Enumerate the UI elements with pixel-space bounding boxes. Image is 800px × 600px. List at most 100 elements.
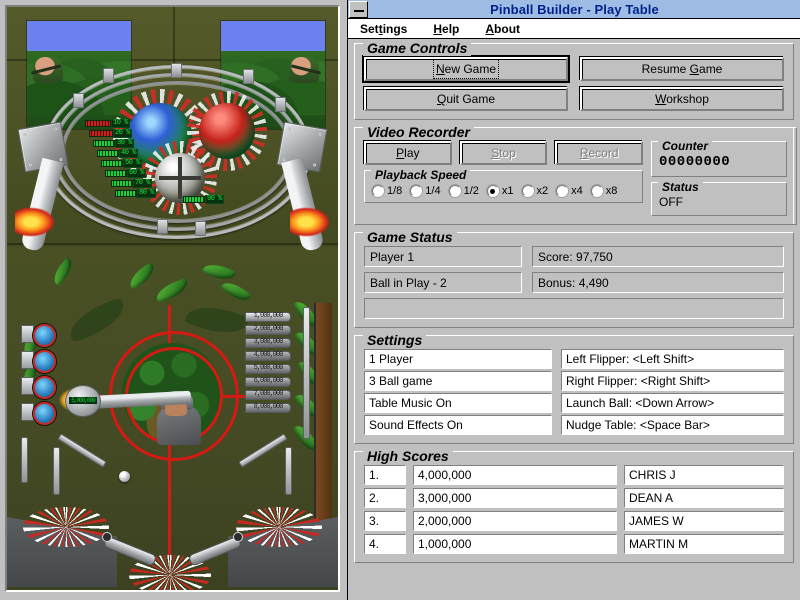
new-game-button[interactable]: New Game	[362, 55, 570, 83]
high-score-value: 2,000,000	[413, 511, 617, 531]
score-ladder-item: 3,000,000	[245, 338, 291, 348]
pinball-table-window: 10 % 20 % 30 % 40 % 50 % 60 % 70 % 80 % …	[0, 0, 345, 597]
window-client-area: Game Controls New Game Resume Game Quit …	[348, 39, 800, 600]
setting-sound-effects[interactable]: Sound Effects On	[364, 415, 552, 435]
playfield-seam	[7, 243, 338, 245]
meter-label: 10 %	[111, 119, 130, 128]
flipper-right-pivot	[233, 532, 243, 542]
table-row: 3. 2,000,000 JAMES W	[364, 511, 784, 531]
message-field	[364, 298, 784, 319]
rollover-target-3[interactable]	[33, 376, 56, 399]
radio-dot-icon	[556, 185, 569, 197]
group-status: Status OFF	[651, 180, 787, 216]
table-row: 4. 1,000,000 MARTIN M	[364, 534, 784, 554]
radio-dot-icon	[372, 185, 384, 197]
player-field: Player 1	[364, 246, 522, 267]
rollover-target-4[interactable]	[33, 402, 56, 425]
window-title: Pinball Builder - Play Table	[490, 1, 659, 17]
bazooka-disc[interactable]: 5,000,000	[65, 385, 101, 417]
group-title-counter: Counter	[658, 139, 712, 153]
radio-speed-x1[interactable]: x1	[486, 185, 514, 197]
group-title-playback-speed: Playback Speed	[371, 168, 471, 182]
score-ladder-item: 1,000,000	[245, 312, 291, 322]
ball-in-play-field: Ball in Play - 2	[364, 272, 522, 293]
rail-post	[73, 93, 84, 108]
radio-speed-x4[interactable]: x4	[556, 185, 583, 197]
group-playback-speed: Playback Speed 1/8 1/4 1/2 x1 x2 x4 x8	[364, 168, 643, 203]
setting-left-flipper[interactable]: Left Flipper: <Left Shift>	[561, 349, 784, 369]
rail-post	[171, 63, 182, 78]
meter-row: 20 %	[89, 129, 132, 138]
meter-label: 80 %	[137, 189, 156, 198]
high-score-name: JAMES W	[624, 511, 784, 531]
setting-balls[interactable]: 3 Ball game	[364, 371, 552, 391]
resume-game-button[interactable]: Resume Game	[580, 57, 784, 81]
score-ladder-item: 4,000,000	[245, 351, 291, 361]
score-ladder-item: 5,000,000	[245, 364, 291, 374]
play-button[interactable]: Play	[364, 141, 452, 165]
menu-item-settings[interactable]: Settings	[360, 22, 407, 36]
radio-speed-1-2[interactable]: 1/2	[448, 185, 479, 197]
radio-speed-1-8[interactable]: 1/8	[372, 185, 402, 197]
rail-post	[243, 69, 254, 84]
menu-item-help[interactable]: Help	[433, 22, 459, 36]
radio-speed-x2[interactable]: x2	[521, 185, 548, 197]
high-score-rank: 3.	[364, 511, 406, 531]
setting-music[interactable]: Table Music On	[364, 393, 552, 413]
table-row: 1. 4,000,000 CHRIS J	[364, 465, 784, 485]
high-score-value: 4,000,000	[413, 465, 617, 485]
rail-post	[157, 219, 168, 234]
setting-launch-ball[interactable]: Launch Ball: <Down Arrow>	[561, 393, 784, 413]
title-bar: Pinball Builder - Play Table	[348, 0, 800, 19]
bazooka-score-label: 5,000,000	[69, 397, 97, 404]
playback-speed-radio-group: 1/8 1/4 1/2 x1 x2 x4 x8	[372, 183, 636, 197]
status-value: OFF	[659, 195, 683, 209]
pinball-playfield[interactable]: 10 % 20 % 30 % 40 % 50 % 60 % 70 % 80 % …	[7, 7, 338, 590]
menu-item-about[interactable]: About	[485, 22, 520, 36]
meter-row: 50 %	[101, 159, 142, 168]
meter-label: 20 %	[113, 129, 132, 138]
meter-label: 60 %	[127, 169, 146, 178]
high-score-value: 3,000,000	[413, 488, 617, 508]
slingshot-burst-right	[236, 507, 322, 547]
flame-right-icon	[290, 207, 330, 237]
score-ladder-item: 7,000,000	[245, 390, 291, 400]
rail-post	[103, 68, 114, 83]
pinball-builder-window: Pinball Builder - Play Table Settings He…	[347, 0, 800, 600]
radio-dot-icon	[410, 185, 423, 197]
meter-row: 60 %	[105, 169, 146, 178]
score-field: Score: 97,750	[532, 246, 784, 267]
bumper-red[interactable]	[199, 103, 255, 159]
meter-label: 90 %	[205, 195, 224, 204]
radio-dot-icon	[486, 185, 499, 197]
group-game-status: Game Status Player 1 Score: 97,750 Ball …	[354, 229, 794, 328]
inlane-right-post	[285, 447, 292, 495]
stop-button[interactable]: Stop	[459, 141, 548, 165]
setting-players[interactable]: 1 Player	[364, 349, 552, 369]
setting-nudge-table[interactable]: Nudge Table: <Space Bar>	[561, 415, 784, 435]
workshop-button[interactable]: Workshop	[580, 87, 784, 111]
group-video-recorder: Video Recorder Play Stop Record Playback…	[354, 124, 797, 225]
bonus-field: Bonus: 4,490	[532, 272, 784, 293]
quit-game-button[interactable]: Quit Game	[364, 87, 568, 111]
meter-label: 40 %	[119, 149, 138, 158]
meter-label: 70 %	[133, 179, 152, 188]
high-score-name: MARTIN M	[624, 534, 784, 554]
group-counter: Counter 00000000	[651, 139, 787, 177]
radio-speed-x8[interactable]: x8	[590, 185, 617, 197]
group-title-game-controls: Game Controls	[363, 40, 472, 56]
minimize-button[interactable]	[349, 0, 368, 18]
high-score-rank: 4.	[364, 534, 406, 554]
rail-post	[275, 97, 286, 112]
lane-rail-right	[303, 307, 310, 439]
rollover-target-2[interactable]	[33, 350, 56, 373]
group-settings: Settings 1 Player 3 Ball game Table Musi…	[354, 332, 794, 444]
pinball-ball	[119, 471, 130, 482]
setting-right-flipper[interactable]: Right Flipper: <Right Shift>	[561, 371, 784, 391]
group-title-game-status: Game Status	[363, 229, 457, 245]
high-score-rank: 2.	[364, 488, 406, 508]
group-title-video-recorder: Video Recorder	[363, 124, 474, 140]
radio-speed-1-4[interactable]: 1/4	[410, 185, 441, 197]
rollover-target-1[interactable]	[33, 324, 56, 347]
record-button[interactable]: Record	[555, 141, 644, 165]
